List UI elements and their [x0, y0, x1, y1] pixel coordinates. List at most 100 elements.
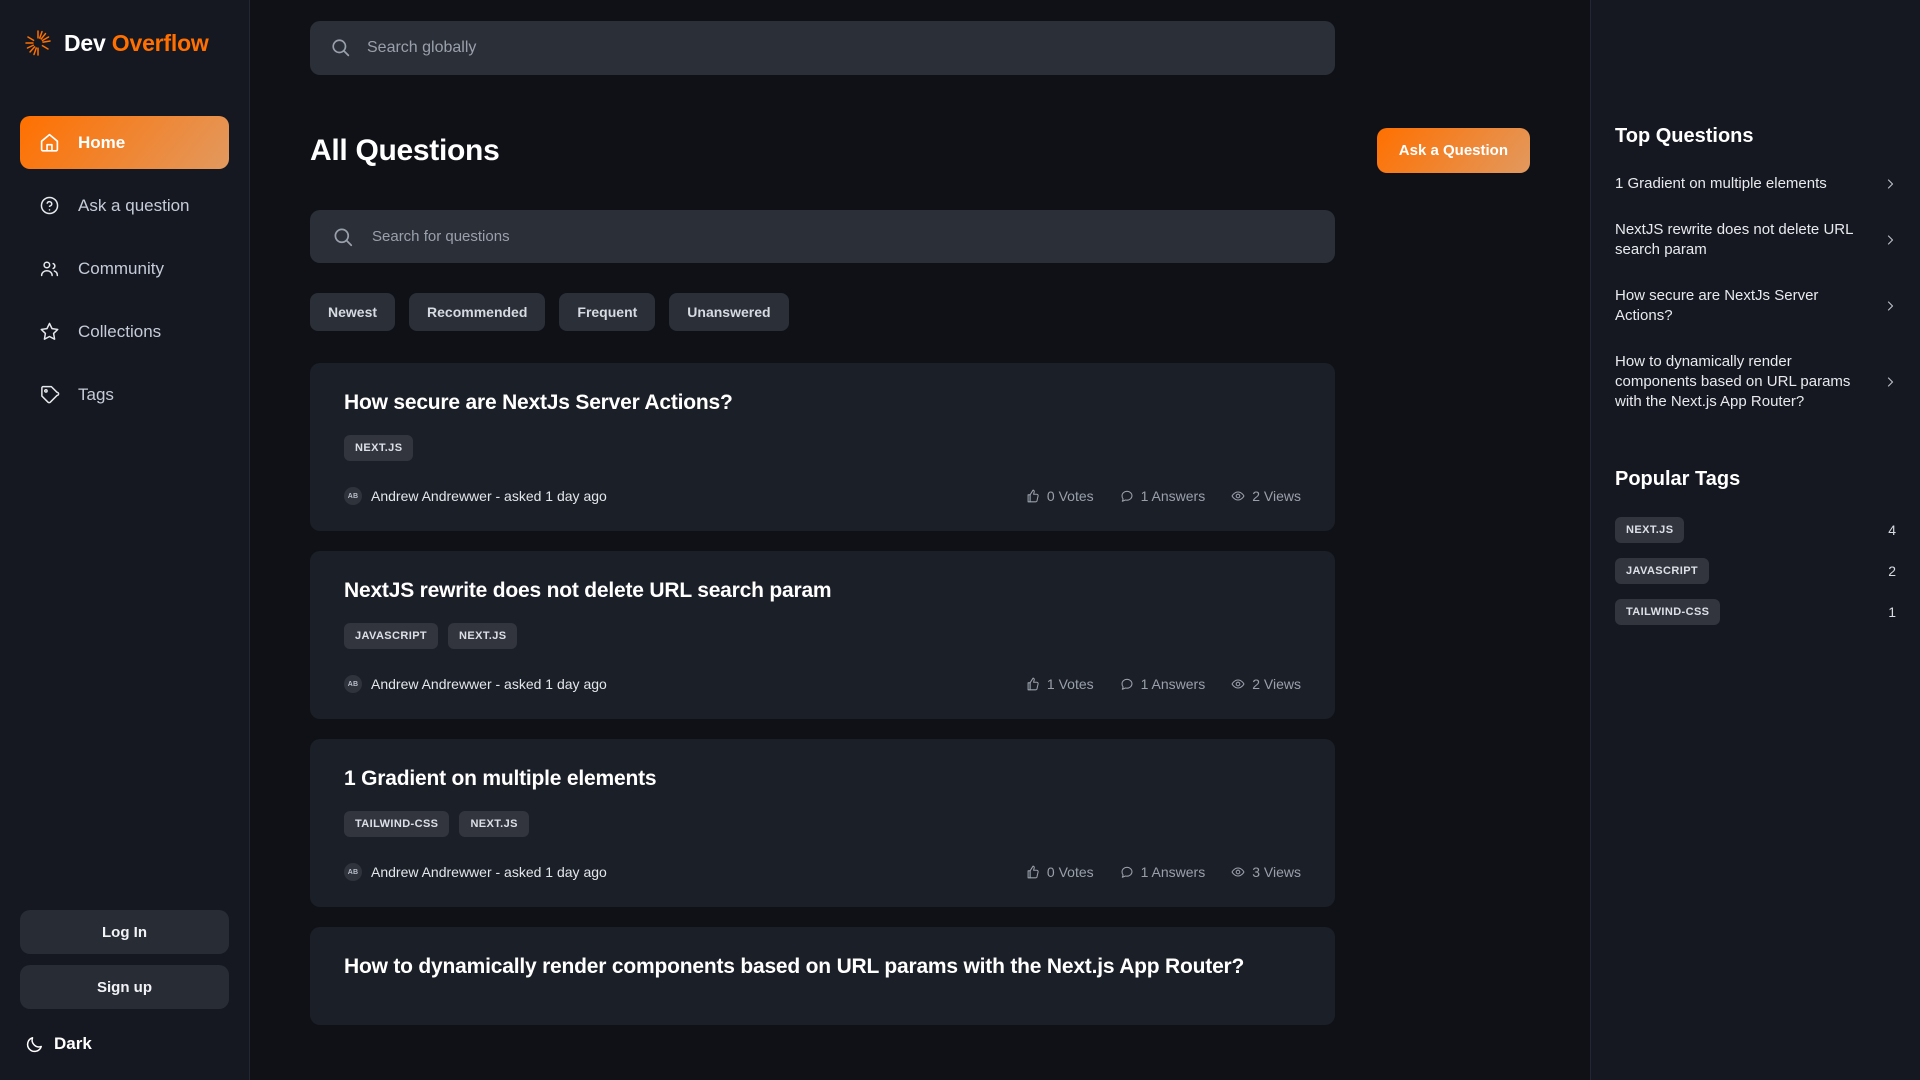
- main-content: Search globally All Questions Ask a Ques…: [250, 0, 1590, 1080]
- question-search-input[interactable]: Search for questions: [310, 210, 1335, 263]
- login-button-label: Log In: [102, 923, 147, 941]
- question-card[interactable]: How secure are NextJs Server Actions? NE…: [310, 363, 1335, 531]
- top-question-item[interactable]: NextJS rewrite does not delete URL searc…: [1615, 220, 1896, 260]
- top-question-label: How to dynamically render components bas…: [1615, 352, 1851, 410]
- chevron-right-icon: [1884, 376, 1896, 388]
- tag-chip[interactable]: JAVASCRIPT: [1615, 557, 1710, 584]
- home-icon: [38, 131, 61, 154]
- answers-label: 1 Answers: [1140, 488, 1206, 504]
- thumbs-up-icon: [1026, 865, 1040, 879]
- question-author[interactable]: AB Andrew Andrewwer - asked 1 day ago: [344, 487, 607, 505]
- question-author[interactable]: AB Andrew Andrewwer - asked 1 day ago: [344, 675, 607, 693]
- popular-tag-row[interactable]: TAILWIND-CSS 1: [1615, 598, 1896, 625]
- brand-logo[interactable]: Dev Overflow: [20, 28, 229, 58]
- answers-label: 1 Answers: [1140, 676, 1206, 692]
- question-title[interactable]: How to dynamically render components bas…: [344, 955, 1301, 979]
- popular-tag-row[interactable]: JAVASCRIPT 2: [1615, 557, 1896, 584]
- views-metric: 2 Views: [1231, 676, 1301, 692]
- question-circle-icon: [38, 194, 61, 217]
- question-title[interactable]: How secure are NextJs Server Actions?: [344, 391, 1301, 415]
- question-meta: AB Andrew Andrewwer - asked 1 day ago 1 …: [344, 675, 1301, 693]
- top-question-item[interactable]: 1 Gradient on multiple elements: [1615, 174, 1896, 194]
- answers-label: 1 Answers: [1140, 864, 1206, 880]
- question-card[interactable]: 1 Gradient on multiple elements TAILWIND…: [310, 739, 1335, 907]
- question-meta: AB Andrew Andrewwer - asked 1 day ago 0 …: [344, 863, 1301, 881]
- sidebar-item-community[interactable]: Community: [20, 242, 229, 295]
- chevron-right-icon: [1884, 178, 1896, 190]
- tag-chip[interactable]: NEXT.JS: [459, 811, 529, 837]
- search-icon: [330, 37, 351, 58]
- message-icon: [1120, 865, 1134, 879]
- sidebar-item-label: Tags: [78, 384, 114, 404]
- tag-chip[interactable]: JAVASCRIPT: [344, 623, 439, 649]
- sidebar-item-ask-a-question[interactable]: Ask a question: [20, 179, 229, 232]
- filter-tab-newest[interactable]: Newest: [310, 293, 396, 331]
- brand-name: Dev Overflow: [64, 29, 209, 56]
- sidebar-footer: Log In Sign up Dark: [20, 910, 229, 1054]
- votes-metric: 1 Votes: [1026, 676, 1094, 692]
- avatar: AB: [344, 863, 362, 881]
- eye-icon: [1231, 677, 1245, 691]
- question-author-label: Andrew Andrewwer - asked 1 day ago: [371, 864, 607, 880]
- votes-label: 0 Votes: [1046, 864, 1094, 880]
- question-metrics: 0 Votes 1 Answers 2 Views: [1026, 488, 1301, 504]
- question-tags: JAVASCRIPT NEXT.JS: [344, 623, 1301, 649]
- tag-icon: [38, 383, 61, 406]
- question-author-label: Andrew Andrewwer - asked 1 day ago: [371, 488, 607, 504]
- tag-chip[interactable]: NEXT.JS: [1615, 516, 1685, 543]
- signup-button-label: Sign up: [97, 978, 152, 996]
- votes-metric: 0 Votes: [1026, 864, 1094, 880]
- login-button[interactable]: Log In: [20, 910, 229, 954]
- popular-tags-list: NEXT.JS 4 JAVASCRIPT 2 TAILWIND-CSS 1: [1615, 516, 1896, 625]
- theme-toggle-label: Dark: [54, 1034, 92, 1053]
- question-meta: AB Andrew Andrewwer - asked 1 day ago 0 …: [344, 487, 1301, 505]
- thumbs-up-icon: [1026, 489, 1040, 503]
- tag-chip[interactable]: NEXT.JS: [448, 623, 518, 649]
- top-question-item[interactable]: How to dynamically render components bas…: [1615, 352, 1896, 412]
- tag-chip[interactable]: NEXT.JS: [344, 435, 414, 461]
- avatar: AB: [344, 487, 362, 505]
- theme-toggle[interactable]: Dark: [20, 1020, 229, 1054]
- question-card[interactable]: NextJS rewrite does not delete URL searc…: [310, 551, 1335, 719]
- question-tags: NEXT.JS: [344, 435, 1301, 461]
- popular-tag-row[interactable]: NEXT.JS 4: [1615, 516, 1896, 543]
- sidebar-item-home[interactable]: Home: [20, 116, 229, 169]
- tag-chip[interactable]: TAILWIND-CSS: [344, 811, 450, 837]
- question-author-label: Andrew Andrewwer - asked 1 day ago: [371, 676, 607, 692]
- top-question-label: NextJS rewrite does not delete URL searc…: [1615, 220, 1853, 258]
- chevron-right-icon: [1884, 234, 1896, 246]
- question-title[interactable]: NextJS rewrite does not delete URL searc…: [344, 579, 1301, 603]
- chevron-right-icon: [1884, 300, 1896, 312]
- question-metrics: 1 Votes 1 Answers 2 Views: [1026, 676, 1301, 692]
- question-tags: TAILWIND-CSS NEXT.JS: [344, 811, 1301, 837]
- votes-metric: 0 Votes: [1026, 488, 1094, 504]
- votes-label: 1 Votes: [1046, 676, 1094, 692]
- message-icon: [1120, 489, 1134, 503]
- sidebar-item-collections[interactable]: Collections: [20, 305, 229, 358]
- starburst-icon: [23, 28, 53, 58]
- top-question-label: How secure are NextJs Server Actions?: [1615, 286, 1819, 324]
- sidebar-item-label: Ask a question: [78, 195, 190, 215]
- views-metric: 3 Views: [1231, 864, 1301, 880]
- global-search-input[interactable]: Search globally: [310, 20, 1335, 75]
- question-card[interactable]: How to dynamically render components bas…: [310, 927, 1335, 1025]
- popular-tags-title: Popular Tags: [1615, 467, 1741, 490]
- sidebar-item-label: Collections: [78, 321, 162, 341]
- tag-chip[interactable]: TAILWIND-CSS: [1615, 598, 1721, 625]
- ask-question-button[interactable]: Ask a Question: [1376, 128, 1530, 173]
- filter-tab-label: Unanswered: [687, 304, 771, 320]
- moon-icon: [25, 1035, 44, 1054]
- page-title: All Questions: [310, 133, 500, 167]
- question-metrics: 0 Votes 1 Answers 3 Views: [1026, 864, 1301, 880]
- top-question-item[interactable]: How secure are NextJs Server Actions?: [1615, 286, 1896, 326]
- filter-tab-recommended[interactable]: Recommended: [409, 293, 546, 331]
- global-search-placeholder: Search globally: [367, 38, 477, 56]
- question-title[interactable]: 1 Gradient on multiple elements: [344, 767, 1301, 791]
- signup-button[interactable]: Sign up: [20, 965, 229, 1009]
- sidebar-item-tags[interactable]: Tags: [20, 368, 229, 421]
- filter-tab-unanswered[interactable]: Unanswered: [669, 293, 789, 331]
- top-question-label: 1 Gradient on multiple elements: [1615, 175, 1827, 192]
- filter-tab-frequent[interactable]: Frequent: [559, 293, 656, 331]
- views-label: 2 Views: [1252, 676, 1301, 692]
- question-author[interactable]: AB Andrew Andrewwer - asked 1 day ago: [344, 863, 607, 881]
